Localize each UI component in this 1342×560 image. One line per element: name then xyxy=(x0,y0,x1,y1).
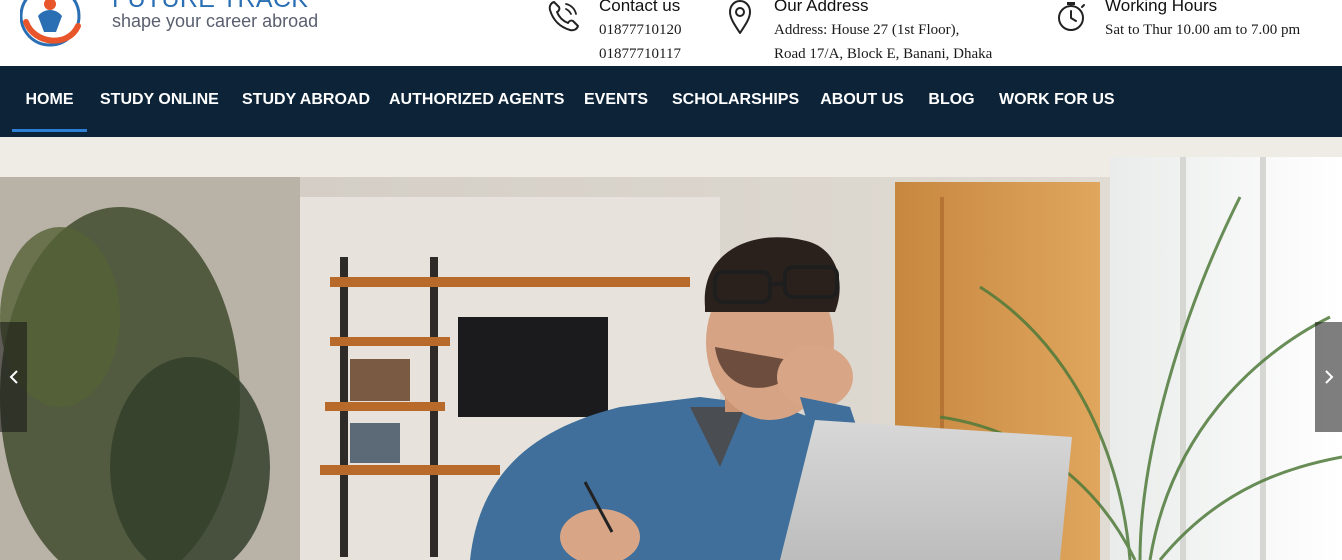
slider-next-button[interactable] xyxy=(1315,322,1342,432)
address-line-2: Road 17/A, Block E, Banani, Dhaka xyxy=(774,46,993,62)
slider-prev-button[interactable] xyxy=(0,322,27,432)
site-header: FUTURE TRACK shape your career abroad Co… xyxy=(0,0,1342,66)
hero-image xyxy=(0,137,1342,560)
hours-title: Working Hours xyxy=(1105,0,1218,15)
chevron-left-icon xyxy=(9,370,18,384)
main-navigation: HOME STUDY ONLINE STUDY ABROAD AUTHORIZE… xyxy=(0,66,1342,137)
stopwatch-icon xyxy=(1058,2,1085,31)
future-track-logo xyxy=(20,0,81,47)
nav-item-study-online[interactable]: STUDY ONLINE xyxy=(100,66,219,137)
brand-tagline: shape your career abroad xyxy=(112,11,319,31)
hours-block: Working Hours Sat to Thur 10.00 am to 7.… xyxy=(1056,0,1342,66)
phone-icon xyxy=(548,1,579,32)
nav-item-study-abroad[interactable]: STUDY ABROAD xyxy=(242,66,370,137)
chevron-right-icon xyxy=(1325,370,1334,384)
nav-item-about-us[interactable]: ABOUT US xyxy=(820,66,904,137)
site-logo[interactable]: FUTURE TRACK shape your career abroad xyxy=(20,0,340,56)
map-pin-icon xyxy=(729,0,751,34)
contact-phone-1[interactable]: 01877710120 xyxy=(599,21,682,39)
nav-item-home[interactable]: HOME xyxy=(12,66,87,137)
hero-slider xyxy=(0,137,1342,560)
address-title: Our Address xyxy=(774,0,869,15)
nav-item-work-for-us[interactable]: WORK FOR US xyxy=(999,66,1115,137)
address-block: Our Address Address: House 27 (1st Floor… xyxy=(726,0,1026,66)
contact-title: Contact us xyxy=(599,0,681,15)
nav-item-scholarships[interactable]: SCHOLARSHIPS xyxy=(672,66,799,137)
contact-block: Contact us 01877710120 01877710117 xyxy=(546,0,706,66)
contact-phone-2[interactable]: 01877710117 xyxy=(599,45,681,63)
address-line-1: Address: House 27 (1st Floor), xyxy=(774,22,960,38)
nav-item-authorized-agents[interactable]: AUTHORIZED AGENTS xyxy=(389,66,564,137)
hours-line: Sat to Thur 10.00 am to 7.00 pm xyxy=(1105,22,1301,38)
nav-item-blog[interactable]: BLOG xyxy=(928,66,975,137)
nav-item-events[interactable]: EVENTS xyxy=(584,66,648,137)
